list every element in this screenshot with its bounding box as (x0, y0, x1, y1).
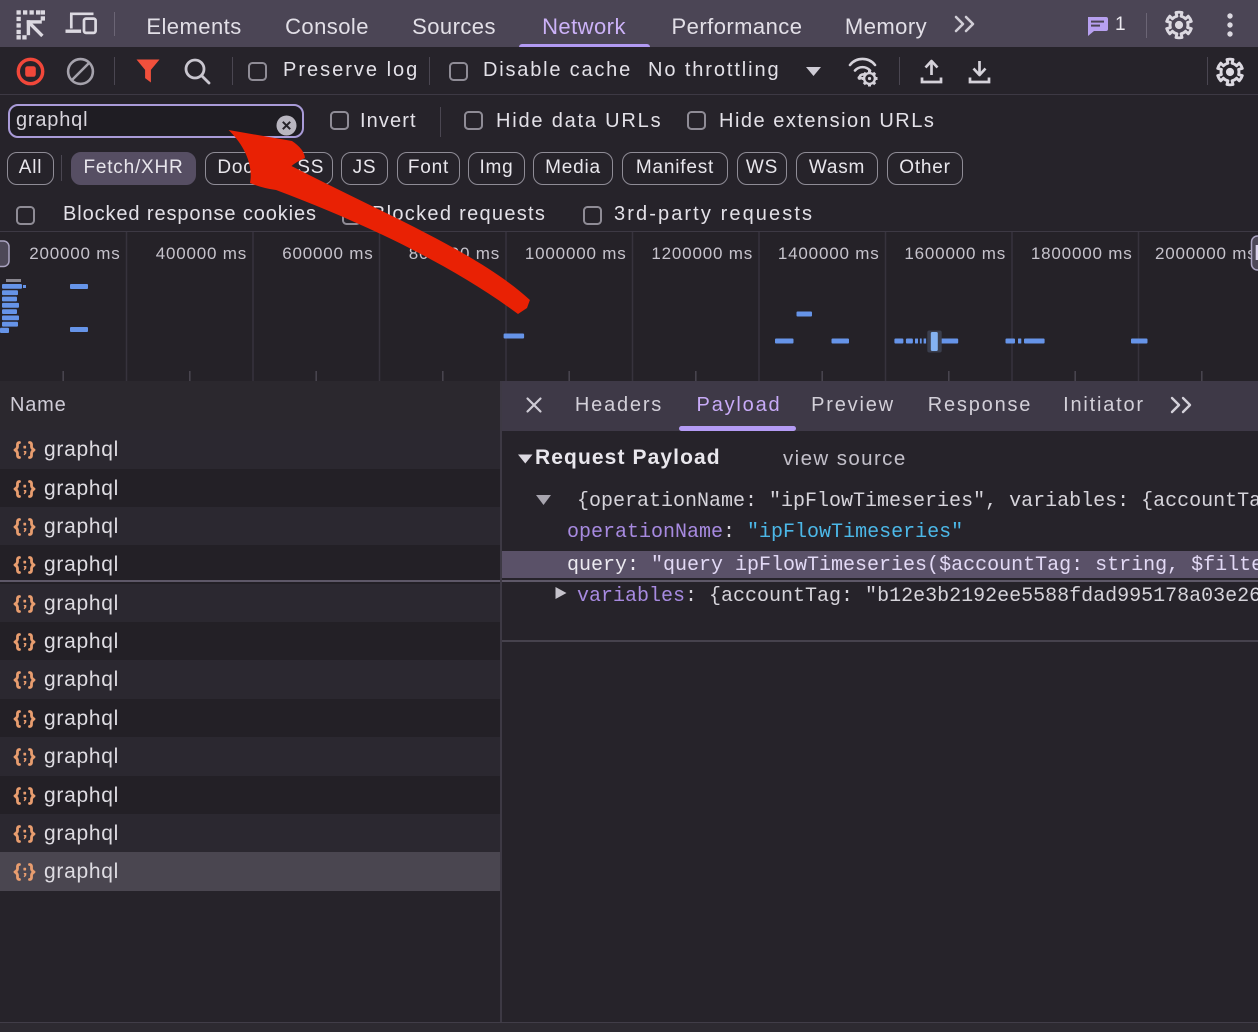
svg-text:600000 ms: 600000 ms (282, 244, 373, 263)
svg-text:400000 ms: 400000 ms (156, 244, 247, 263)
svg-text:1400000 ms: 1400000 ms (778, 244, 880, 263)
svg-text:1600000 ms: 1600000 ms (904, 244, 1006, 263)
svg-text:1800000 ms: 1800000 ms (1031, 244, 1133, 263)
svg-text:2000000 ms: 2000000 ms (1155, 244, 1257, 263)
svg-text:1000000 ms: 1000000 ms (525, 244, 627, 263)
svg-text:1200000 ms: 1200000 ms (651, 244, 753, 263)
svg-text:800000 ms: 800000 ms (409, 244, 500, 263)
svg-text:200000 ms: 200000 ms (29, 244, 120, 263)
